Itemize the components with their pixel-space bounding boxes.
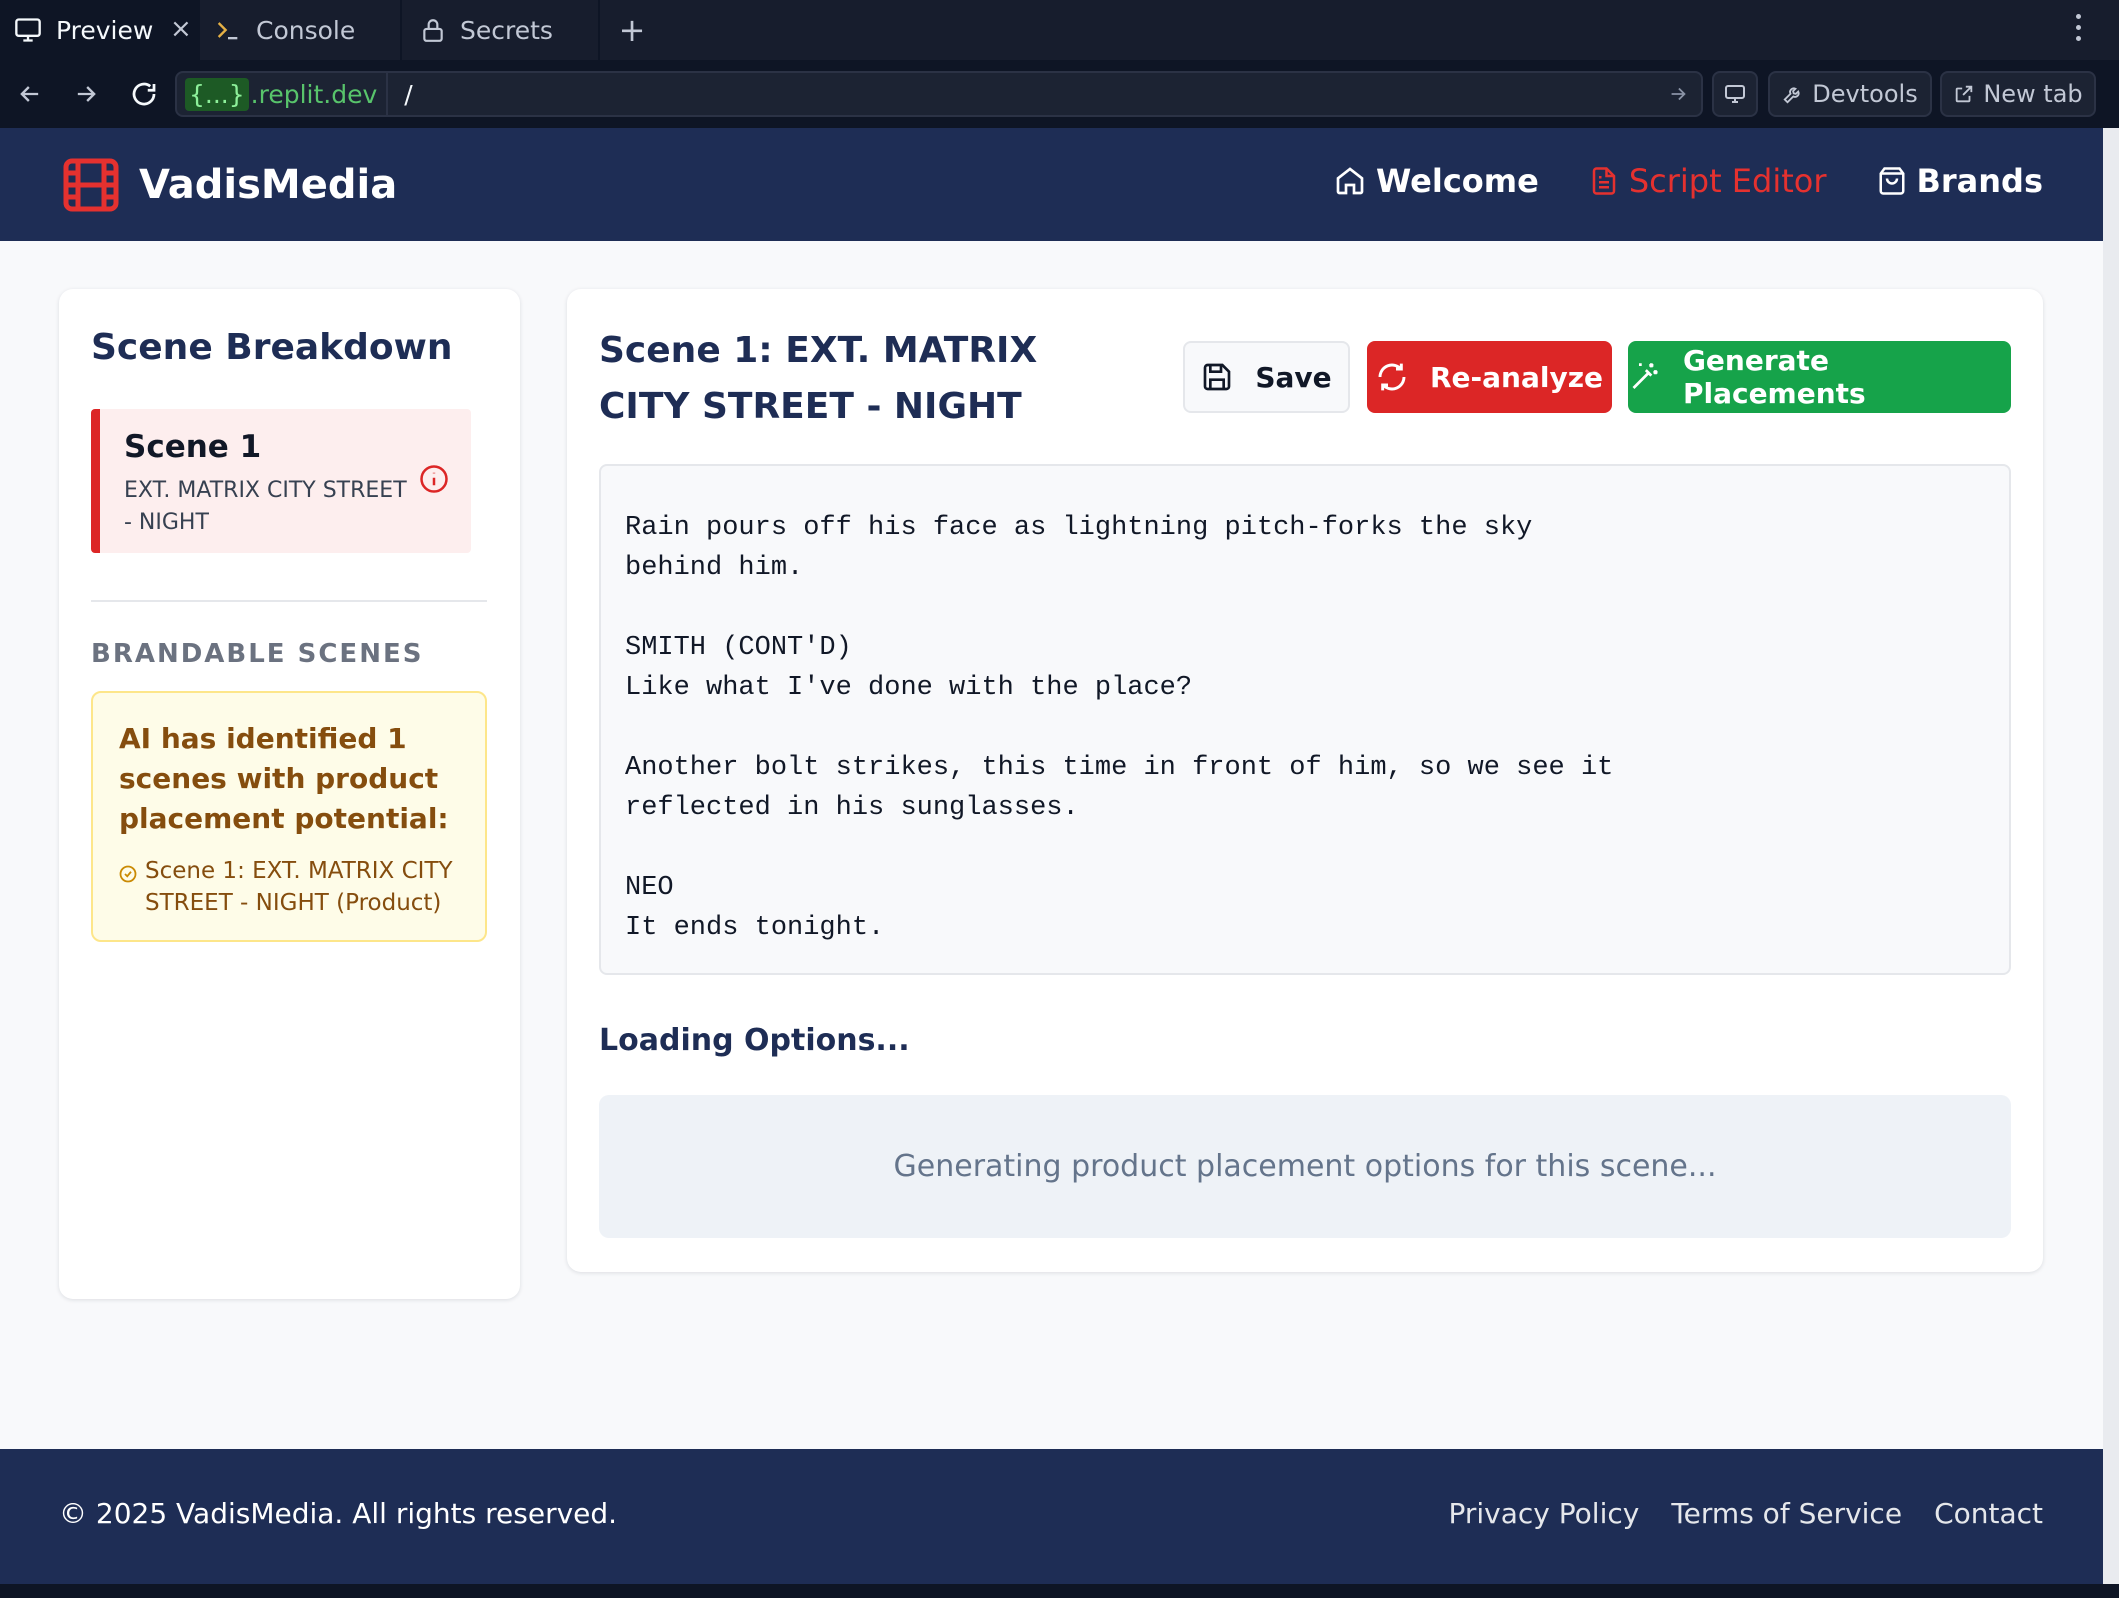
panel-title: Scene Breakdown	[91, 327, 453, 368]
new-tab-button[interactable]: +	[600, 0, 664, 60]
save-button[interactable]: Save	[1183, 341, 1350, 413]
open-new-tab-button[interactable]: New tab	[1940, 71, 2096, 117]
monitor-icon	[14, 16, 42, 44]
nav-brands[interactable]: Brands	[1877, 162, 2044, 200]
script-editor-panel: Scene 1: EXT. MATRIX CITY STREET - NIGHT…	[567, 289, 2043, 1272]
nav-label: Script Editor	[1628, 162, 1827, 200]
more-options-icon[interactable]	[2076, 14, 2081, 41]
close-icon[interactable]: ×	[170, 14, 192, 44]
nav-label: Brands	[1916, 162, 2044, 200]
arrow-right-icon	[77, 86, 96, 102]
refresh-icon	[1378, 363, 1406, 391]
generate-label: Generate Placements	[1682, 344, 1866, 410]
loading-placeholder: Generating product placement options for…	[599, 1095, 2011, 1238]
reload-button[interactable]	[124, 74, 164, 114]
copyright-text: © 2025 VadisMedia. All rights reserved.	[59, 1497, 618, 1530]
wrench-icon	[1783, 87, 1800, 104]
tab-label: Console	[256, 15, 356, 45]
footer-links: Privacy Policy Terms of Service Contact	[1449, 1497, 2044, 1530]
contact-link[interactable]: Contact	[1934, 1497, 2043, 1530]
reload-icon	[132, 82, 156, 106]
ai-message: AI has identified 1 scenes with product …	[119, 722, 449, 835]
script-text[interactable]: y Rain pours off his face as lightning p…	[625, 466, 1613, 948]
scene-list-item[interactable]: Scene 1 EXT. MATRIX CITY STREET - NIGHT	[91, 409, 471, 553]
reanalyze-label: Re-analyze	[1429, 360, 1604, 394]
scene-item-subtitle: EXT. MATRIX CITY STREET - NIGHT	[124, 478, 407, 535]
scrollbar-track[interactable]	[2103, 128, 2119, 1584]
reanalyze-button[interactable]: Re-analyze	[1367, 341, 1612, 413]
info-icon[interactable]	[419, 464, 449, 498]
tab-console[interactable]: Console	[200, 0, 400, 60]
window-bottom-edge	[0, 1584, 2119, 1598]
page-footer: © 2025 VadisMedia. All rights reserved. …	[0, 1449, 2103, 1584]
terms-of-service-link[interactable]: Terms of Service	[1671, 1497, 1902, 1530]
divider	[91, 600, 487, 602]
tab-secrets[interactable]: Secrets	[402, 0, 598, 60]
url-bar: {...} .replit.dev / Devtools New tab	[0, 60, 2119, 128]
arrow-left-icon	[20, 86, 39, 102]
forward-button[interactable]	[66, 74, 106, 114]
brandable-scene-label: Scene 1: EXT. MATRIX CITY STREET - NIGHT…	[145, 858, 453, 916]
main-nav: Welcome Script Editor Brands	[1334, 162, 2043, 200]
scene-item-title: Scene 1	[124, 429, 262, 465]
film-icon	[63, 158, 119, 212]
brand-logo[interactable]: VadisMedia	[63, 158, 397, 212]
app-viewport: VadisMedia Welcome Script Editor Brands …	[0, 128, 2103, 1584]
ai-suggestion-box: AI has identified 1 scenes with product …	[91, 691, 487, 942]
go-arrow-icon[interactable]	[1667, 83, 1689, 109]
devtools-label: Devtools	[1812, 80, 1918, 108]
external-link-icon	[1956, 85, 1973, 103]
brandable-scenes-heading: BRANDABLE SCENES	[91, 639, 424, 669]
script-textarea[interactable]: y Rain pours off his face as lightning p…	[599, 464, 2011, 975]
save-label: Save	[1255, 360, 1332, 394]
generate-placements-button[interactable]: Generate Placements	[1628, 341, 2011, 413]
url-host: {...} .replit.dev	[185, 71, 389, 117]
devtools-button[interactable]: Devtools	[1768, 71, 1932, 117]
check-circle-icon	[119, 865, 137, 883]
lock-icon	[420, 16, 446, 44]
device-preview-button[interactable]	[1712, 71, 1758, 117]
scene-breakdown-panel: Scene Breakdown Scene 1 EXT. MATRIX CITY…	[59, 289, 520, 1299]
monitor-icon	[1725, 85, 1745, 103]
tab-label: Preview	[56, 15, 154, 45]
brandable-scene-item[interactable]: Scene 1: EXT. MATRIX CITY STREET - NIGHT…	[119, 855, 465, 919]
url-path[interactable]: /	[404, 80, 412, 109]
back-button[interactable]	[10, 74, 50, 114]
address-field[interactable]: {...} .replit.dev /	[175, 71, 1703, 117]
privacy-policy-link[interactable]: Privacy Policy	[1449, 1497, 1640, 1530]
app-header: VadisMedia Welcome Script Editor Brands	[0, 128, 2103, 241]
new-tab-label: New tab	[1983, 80, 2083, 108]
shopping-bag-icon	[1879, 167, 1904, 195]
brand-name: VadisMedia	[139, 162, 398, 208]
tab-preview[interactable]: Preview ×	[0, 0, 198, 60]
scene-heading: Scene 1: EXT. MATRIX CITY STREET - NIGHT	[599, 330, 1038, 427]
tab-label: Secrets	[460, 15, 553, 45]
save-icon	[1204, 363, 1231, 391]
loading-message: Generating product placement options for…	[893, 1149, 1717, 1184]
nav-label: Welcome	[1375, 162, 1539, 200]
magic-wand-icon	[1632, 363, 1658, 389]
nav-script-editor[interactable]: Script Editor	[1589, 162, 1827, 200]
document-icon	[1592, 167, 1616, 195]
workspace-tab-bar: Preview × Console Secrets +	[0, 0, 2119, 60]
home-icon	[1336, 167, 1364, 195]
terminal-icon	[214, 16, 242, 44]
nav-welcome[interactable]: Welcome	[1334, 162, 1539, 200]
loading-heading: Loading Options...	[599, 1023, 910, 1058]
